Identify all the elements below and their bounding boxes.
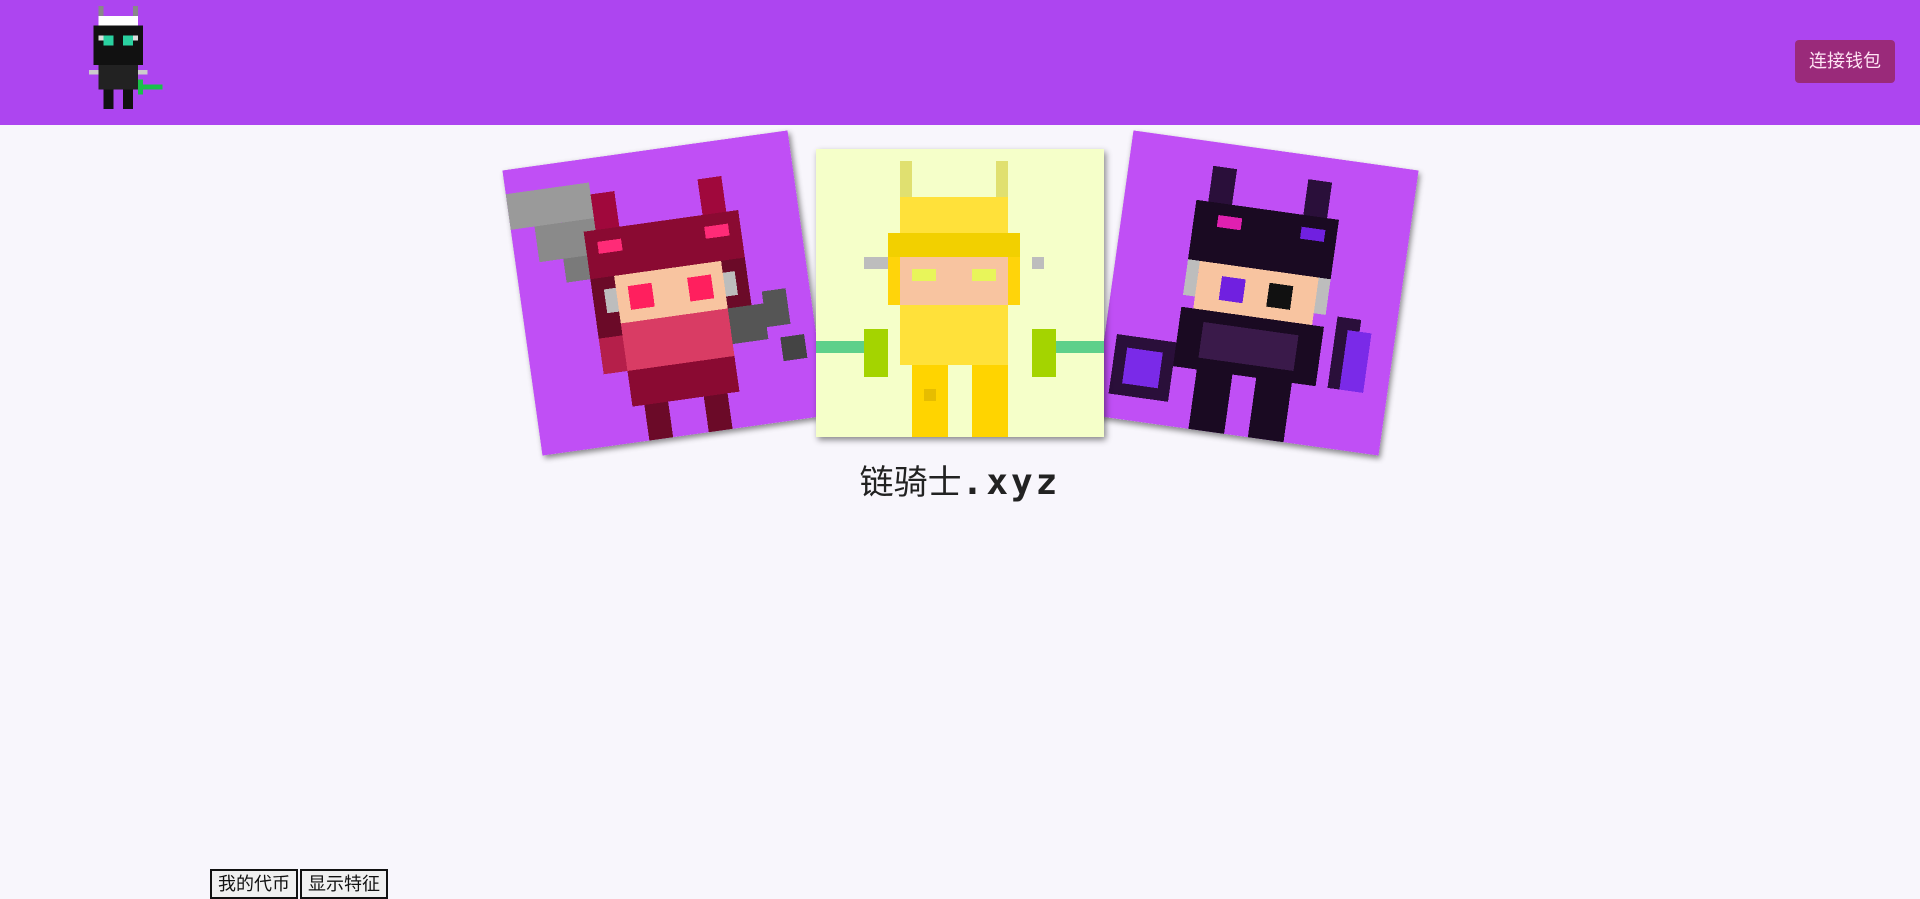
pixel-knight-logo-icon[interactable]: [88, 6, 178, 114]
site-tld: .xyz: [961, 462, 1061, 503]
site-title: 链骑士.xyz: [0, 455, 1920, 504]
connect-wallet-button[interactable]: 连接钱包: [1795, 40, 1895, 83]
red-knight-with-sword-icon: [502, 130, 828, 456]
tab-bar: 我的代币 显示特征: [210, 869, 388, 899]
site-name: 链骑士: [859, 463, 962, 503]
top-header: 连接钱包: [0, 0, 1920, 125]
tab-my-tokens[interactable]: 我的代币: [210, 869, 298, 899]
tab-show-traits[interactable]: 显示特征: [300, 869, 388, 899]
yellow-knight-with-dual-blades-icon: [816, 149, 1104, 437]
black-knight-with-mace-icon: [1093, 130, 1419, 456]
